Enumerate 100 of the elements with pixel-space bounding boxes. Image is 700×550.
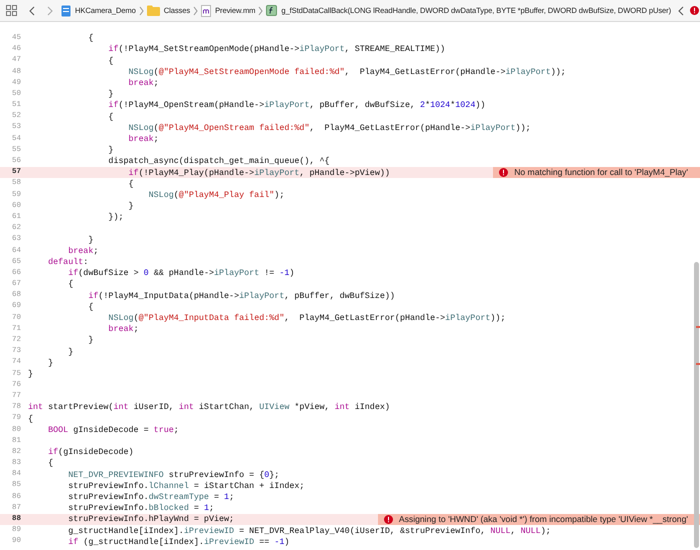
- keyword-token: int: [334, 401, 350, 414]
- code-text: , PlayM4_GetLastError(pHandle->: [344, 66, 506, 78]
- number-literal: 1: [204, 502, 209, 514]
- code-text: struPreviewInfo.: [68, 502, 149, 514]
- code-text: (: [154, 66, 159, 78]
- code-text: ==: [259, 536, 270, 548]
- keyword-token: BOOL: [48, 424, 68, 436]
- code-text: }: [88, 234, 94, 246]
- code-text: {: [108, 110, 114, 124]
- code-text: ,: [510, 524, 517, 538]
- code-text: iUserID,: [134, 401, 175, 414]
- error-marker: [696, 326, 700, 328]
- error-message: No matching function for call to 'PlayM4_Play': [514, 166, 688, 180]
- code-text: {: [88, 300, 94, 314]
- previous-issue-icon[interactable]: [678, 6, 684, 16]
- keyword-token: NULL: [520, 524, 541, 538]
- keyword-token: default: [48, 256, 84, 268]
- keyword-token: break: [128, 132, 154, 146]
- code-text: =: [214, 490, 220, 504]
- keyword-token: break: [108, 323, 134, 336]
- code-text: *: [450, 99, 456, 112]
- keyword-token: NULL: [490, 524, 511, 538]
- code-text: }: [28, 368, 34, 381]
- string-literal: @"PlayM4_OpenStream failed:%d": [158, 122, 310, 134]
- code-text: ): [284, 536, 290, 548]
- code-text: (!PlayM4_SetStreamOpenMode(pHandle->: [118, 43, 300, 56]
- identifier-token: NSLog: [148, 188, 174, 202]
- identifier-token: dwStreamType: [148, 490, 209, 504]
- code-text: struPreviewInfo = {: [168, 468, 264, 482]
- keyword-token: int: [178, 401, 194, 414]
- back-icon[interactable]: [29, 6, 35, 16]
- keyword-token: if: [88, 290, 98, 302]
- number-literal: 2: [420, 99, 426, 112]
- keyword-token: break: [128, 77, 154, 90]
- code-text: }: [88, 334, 94, 347]
- keyword-token: if: [68, 267, 78, 280]
- keyword-token: int: [113, 401, 129, 414]
- string-literal: @"PlayM4_SetStreamOpenMode failed:%d": [158, 66, 345, 78]
- code-text: };: [269, 468, 280, 482]
- keyword-token: if: [48, 446, 58, 458]
- number-literal: 1: [224, 490, 230, 504]
- code-text: , pBuffer, dwBufSize)): [284, 290, 395, 302]
- breadcrumb-separator-icon: [193, 6, 198, 16]
- keyword-token: if: [128, 166, 139, 180]
- code-text: && pHandle->: [154, 267, 214, 280]
- code-text: dispatch_async(dispatch_get_main_queue(), ^{: [108, 155, 330, 168]
- error-message: Assigning to 'HWND' (aka 'void *') from incompatible type 'UIView *__strong': [398, 513, 688, 526]
- identifier-token: iPlayPort: [299, 43, 345, 56]
- identifier-token: NSLog: [108, 312, 134, 324]
- code-text: {: [108, 54, 114, 68]
- code-text: });: [108, 211, 124, 224]
- number-literal: 0: [144, 267, 149, 280]
- code-text: gInsideDecode =: [73, 424, 150, 436]
- code-text: *: [425, 99, 430, 112]
- code-text: {: [128, 178, 134, 190]
- code-text: iStartChan,: [198, 401, 256, 414]
- identifier-token: iPlayPort: [239, 290, 284, 302]
- error-count-icon[interactable]: [690, 6, 699, 15]
- number-literal: 1024: [455, 99, 476, 112]
- keyword-token: if: [108, 43, 118, 56]
- code-text: ;: [154, 77, 159, 90]
- error-icon: [384, 515, 393, 524]
- code-text: }: [128, 200, 134, 213]
- grid-icon[interactable]: [6, 5, 17, 16]
- identifier-token: iPlayPort: [470, 122, 516, 134]
- code-text: ;: [208, 502, 214, 514]
- code-text: ));: [550, 66, 566, 78]
- code-text: , STREAME_REALTIME)): [344, 43, 446, 56]
- error-marker: [696, 363, 700, 364]
- code-text: :: [83, 256, 88, 268]
- code-text: ;: [93, 244, 98, 258]
- code-text: , pHandle->pView)): [299, 166, 390, 180]
- code-text: struPreviewInfo.: [68, 480, 149, 492]
- identifier-token: NET_DVR_PREVIEWINFO: [68, 468, 164, 482]
- scrollbar-thumb[interactable]: [694, 262, 699, 548]
- code-text: struPreviewInfo.hPlayWnd = pView;: [68, 513, 234, 526]
- error-icon: [499, 168, 508, 178]
- project-document-icon: [61, 4, 71, 16]
- number-literal: -1: [274, 536, 284, 548]
- code-text: {: [68, 278, 74, 292]
- code-text: );: [540, 524, 551, 538]
- code-text: , PlayM4_GetLastError(pHandle->: [284, 312, 446, 325]
- code-text: g_structHandle[iIndex].: [68, 524, 184, 538]
- identifier-token: iPlayPort: [254, 166, 300, 180]
- identifier-token: NSLog: [128, 122, 154, 134]
- folder-icon: [146, 5, 160, 16]
- code-text: ;: [229, 490, 234, 504]
- identifier-token: bBlocked: [148, 502, 189, 514]
- identifier-token: lChannel: [148, 480, 189, 492]
- function-symbol-icon: [266, 5, 278, 16]
- number-literal: -1: [279, 267, 290, 280]
- keyword-token: if: [68, 536, 78, 548]
- code-text: ;: [154, 132, 159, 146]
- string-literal: @"PlayM4_InputData failed:%d": [138, 312, 284, 325]
- code-text: , PlayM4_GetLastError(pHandle->: [309, 122, 470, 134]
- code-text: )): [475, 99, 486, 112]
- code-text: (: [154, 122, 159, 134]
- code-text: }: [48, 356, 54, 370]
- identifier-token: iPlayPort: [506, 66, 551, 78]
- code-text: }: [108, 88, 114, 100]
